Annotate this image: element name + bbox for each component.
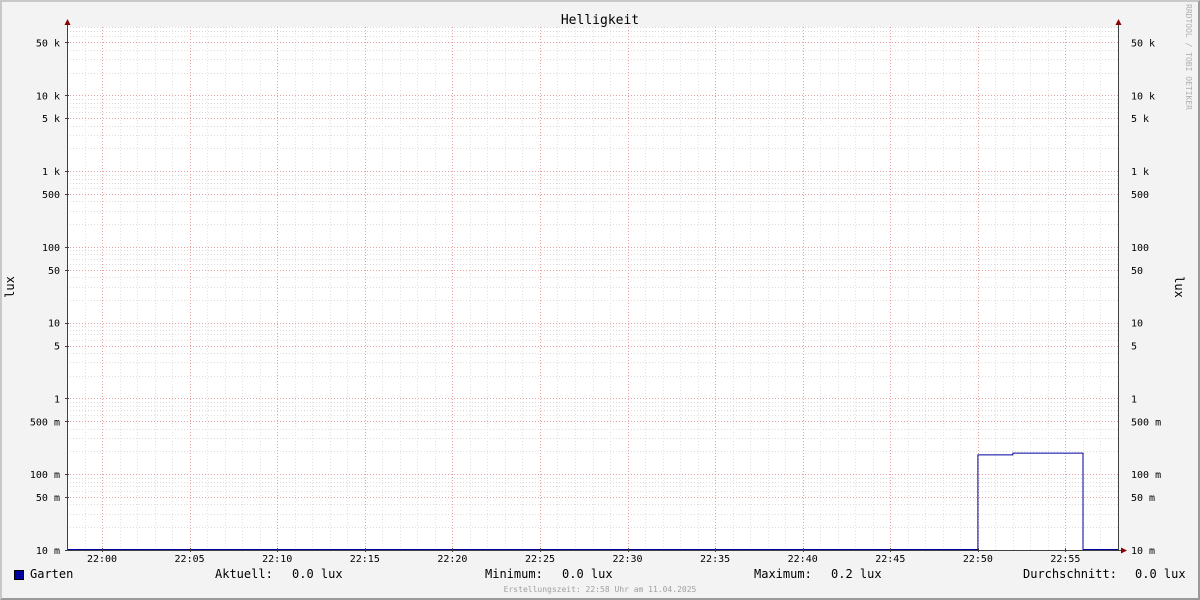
x-tick-label: 22:45 — [875, 554, 905, 565]
legend-min-label: Minimum: — [485, 567, 543, 581]
x-tick-label: 22:00 — [87, 554, 117, 565]
x-tick-label: 22:55 — [1050, 554, 1080, 565]
y-tick-label-right: 1 — [1131, 395, 1137, 406]
legend-avg-value: 0.0 lux — [1135, 567, 1186, 581]
y-tick-label-right: 5 k — [1131, 114, 1149, 125]
x-tick-label: 22:25 — [525, 554, 555, 565]
y-tick-label-left: 10 k — [36, 91, 60, 102]
legend-current-label: Aktuell: — [215, 567, 273, 581]
x-tick-label: 22:20 — [437, 554, 467, 565]
x-tick-label: 22:50 — [963, 554, 993, 565]
legend-max-label: Maximum: — [754, 567, 812, 581]
y-tick-label-right: 50 — [1131, 266, 1143, 277]
y-tick-label-right: 50 m — [1131, 493, 1155, 504]
y-tick-label-right: 500 — [1131, 190, 1149, 201]
y-tick-label-left: 50 k — [36, 39, 60, 50]
y-tick-label-left: 50 m — [36, 493, 60, 504]
x-tick-label: 22:10 — [262, 554, 292, 565]
y-tick-label-left: 5 — [54, 342, 60, 353]
y-tick-label-right: 100 — [1131, 243, 1149, 254]
y-tick-label-right: 10 k — [1131, 91, 1155, 102]
y-tick-label-right: 1 k — [1131, 167, 1149, 178]
chart-canvas: 50 k 50 k10 k 10 k5 k5 k1 k1 k500 500100 100… — [3, 4, 1193, 594]
y-tick-label-right: 10 — [1131, 319, 1143, 330]
y-tick-label-right: 50 k — [1131, 39, 1155, 50]
x-tick-label: 22:05 — [175, 554, 205, 565]
y-tick-label-left: 10 m — [36, 546, 60, 557]
chart-title: Helligkeit — [561, 13, 639, 28]
y-tick-label-left: 5 k — [42, 114, 60, 125]
y-tick-label-right: 500 m — [1131, 417, 1161, 428]
x-axis-arrow — [1121, 547, 1127, 554]
y-tick-label-left: 10 — [48, 319, 60, 330]
y-tick-label-left: 500 m — [30, 417, 60, 428]
y-tick-label-right: 100 m — [1131, 470, 1161, 481]
y-tick-label-left: 500 — [42, 190, 60, 201]
y-axis-label-left: lux — [3, 276, 17, 298]
y-tick-label-left: 100 m — [30, 470, 60, 481]
legend-max-value: 0.2 lux — [831, 567, 882, 581]
legend-avg-label: Durchschnitt: — [1023, 567, 1117, 581]
y-tick-label-left: 100 — [42, 243, 60, 254]
y-tick-label-right: 5 — [1131, 342, 1137, 353]
y-tick-label-left: 50 — [48, 266, 60, 277]
y-axis-label-right: lux — [1172, 276, 1186, 298]
y-axis-left-arrow — [64, 19, 71, 25]
x-tick-label: 22:30 — [612, 554, 642, 565]
y-tick-label-left: 1 — [54, 395, 60, 406]
legend-min-value: 0.0 lux — [562, 567, 613, 581]
legend-series-name: Garten — [30, 567, 74, 581]
x-tick-label: 22:35 — [700, 554, 730, 565]
legend-swatch-garten — [14, 570, 24, 580]
y-axis-right-arrow — [1115, 19, 1122, 25]
legend-current-value: 0.0 lux — [292, 567, 343, 581]
footer-timestamp: Erstellungszeit: 22:58 Uhr am 11.04.2025 — [504, 585, 697, 594]
x-tick-label: 22:40 — [788, 554, 818, 565]
watermark: RRDTOOL / TOBI OETIKER — [1184, 4, 1193, 110]
y-tick-label-left: 1 k — [42, 167, 60, 178]
y-tick-label-right: 10 m — [1131, 546, 1155, 557]
x-tick-label: 22:15 — [350, 554, 380, 565]
